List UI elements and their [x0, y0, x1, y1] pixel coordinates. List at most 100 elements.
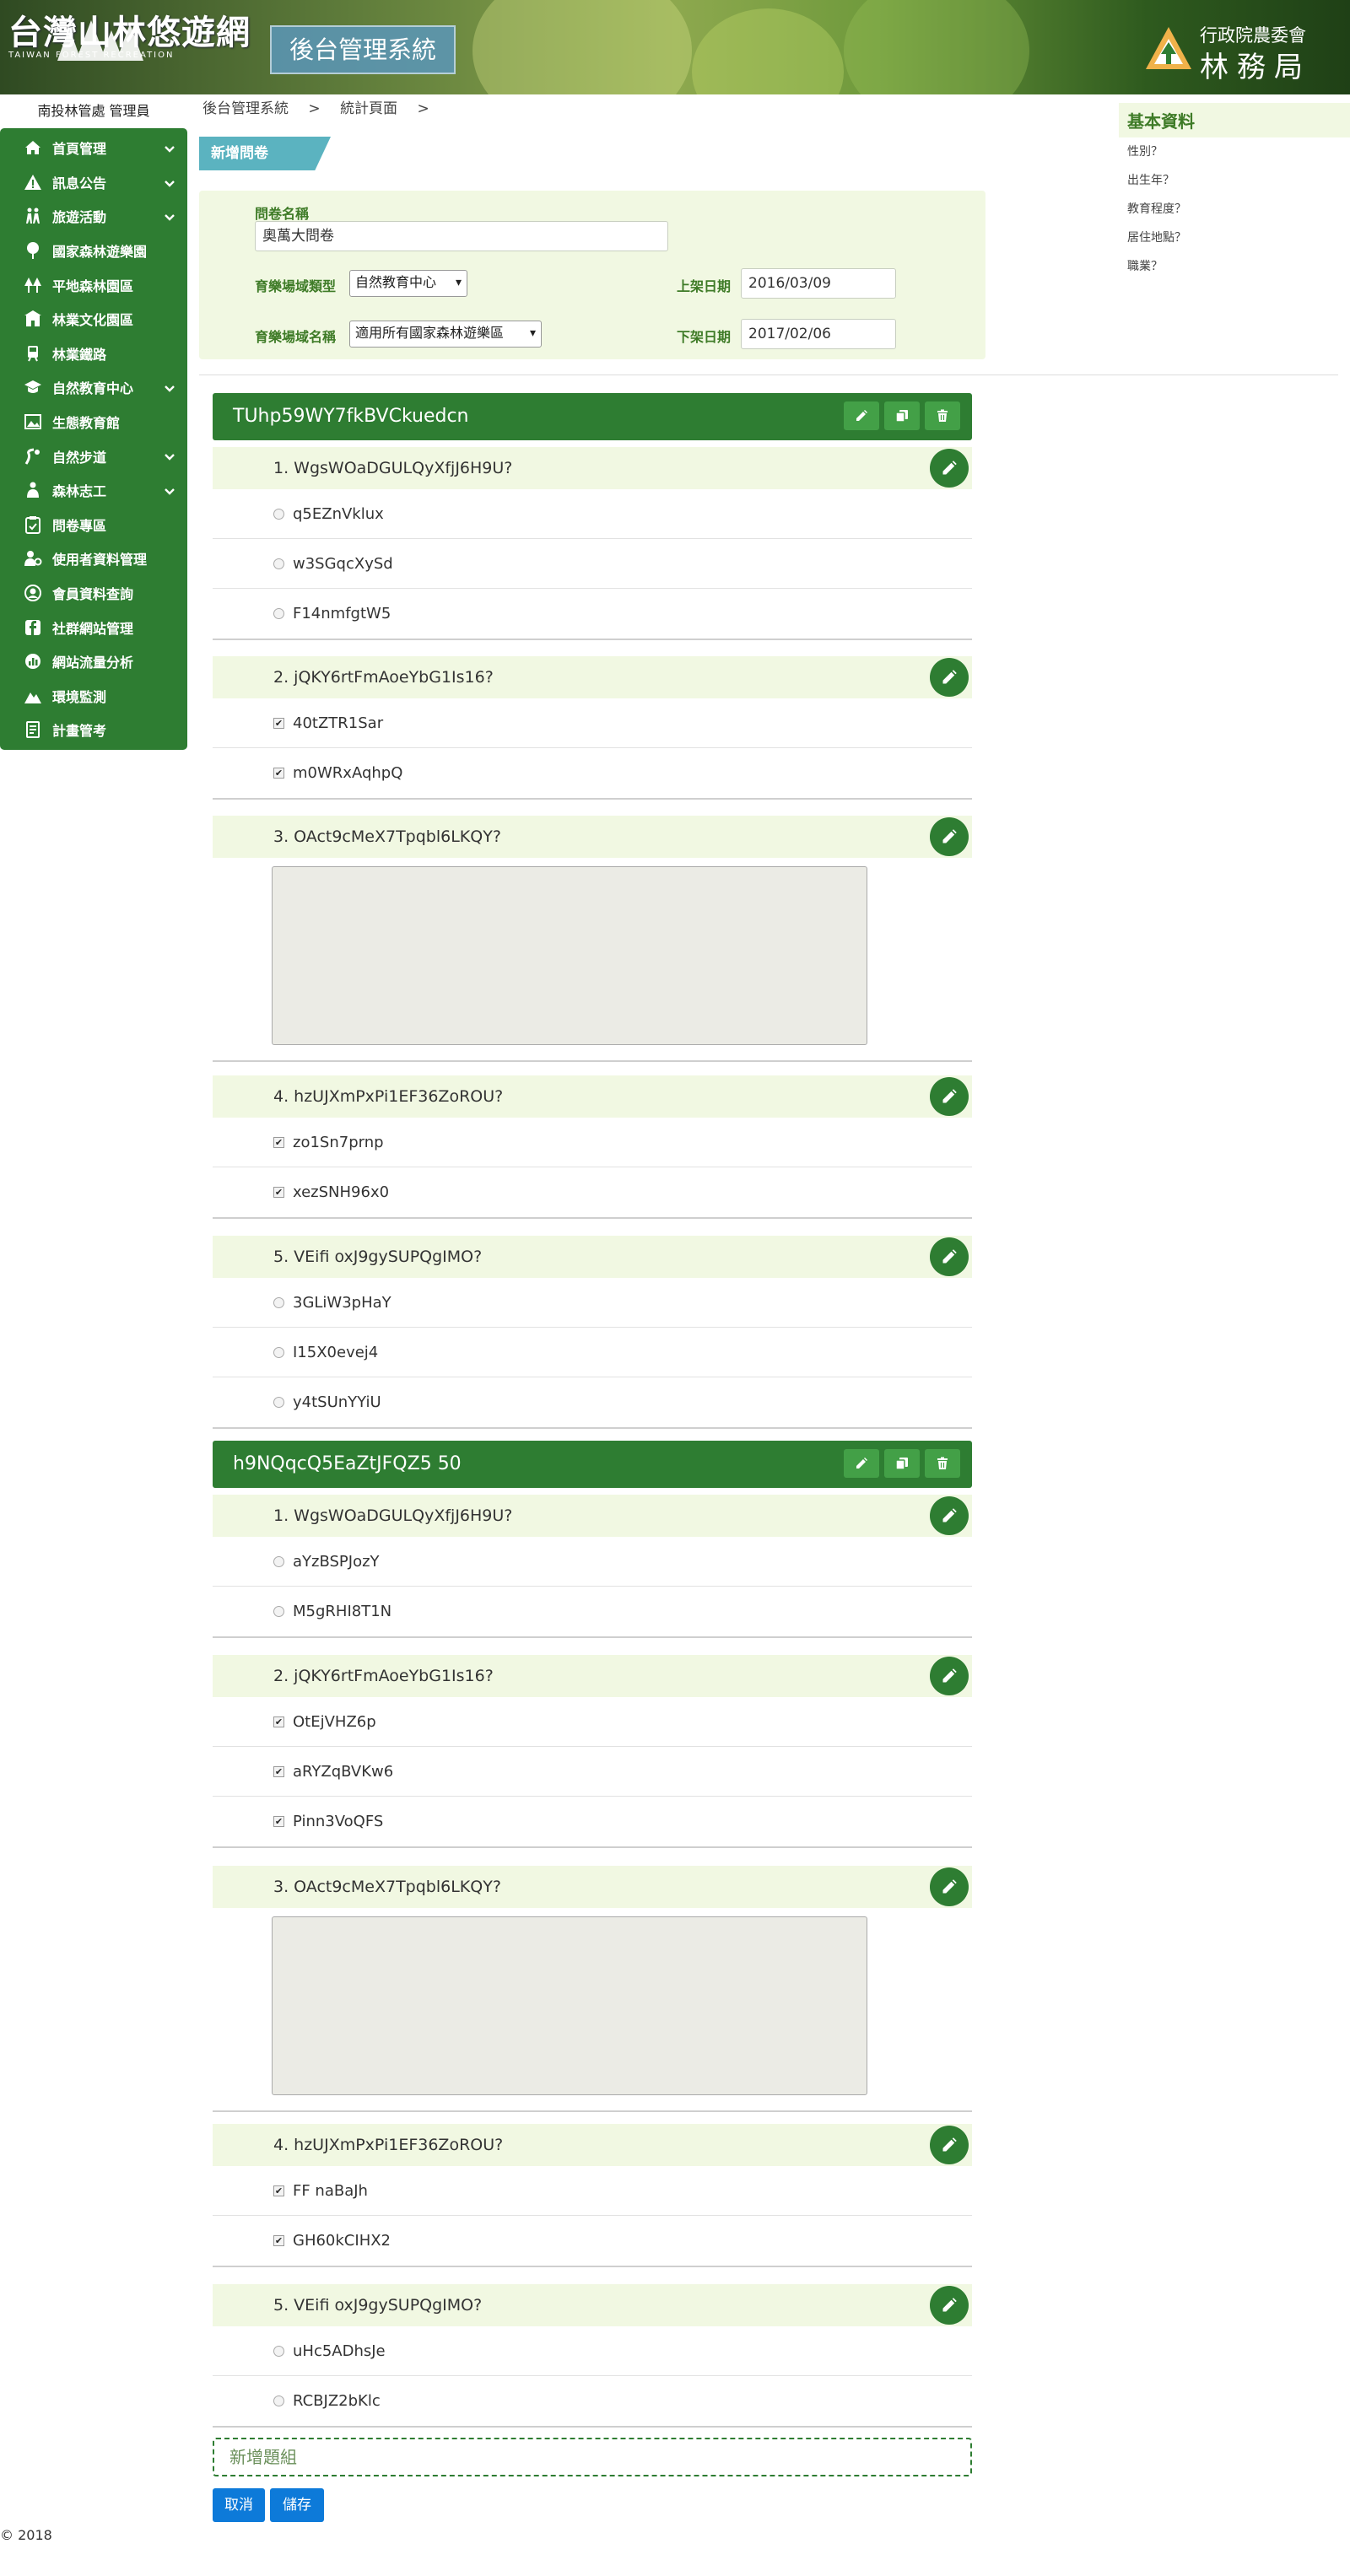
venue-type-select[interactable]: 自然教育中心	[349, 270, 467, 297]
checkbox[interactable]: ✔	[273, 1765, 284, 1777]
edit-question-button[interactable]	[930, 2286, 969, 2325]
end-date-input[interactable]: 2017/02/06	[741, 319, 896, 349]
radio-button[interactable]	[273, 558, 284, 569]
edit-question-button[interactable]	[930, 2126, 969, 2164]
chevron-down-icon[interactable]	[164, 483, 176, 499]
checkbox[interactable]: ✔	[273, 1187, 284, 1198]
sidebar-item[interactable]: 計畫管考	[0, 713, 187, 747]
delete-group-button[interactable]	[925, 1449, 960, 1478]
basic-info-item[interactable]: 性別？	[1119, 137, 1350, 166]
sidebar-item[interactable]: 首頁管理	[0, 131, 187, 165]
edit-question-button[interactable]	[930, 817, 969, 856]
basic-info-item[interactable]: 居住地點？	[1119, 224, 1350, 252]
answer-textarea[interactable]	[272, 866, 867, 1045]
edit-group-button[interactable]	[844, 401, 879, 430]
checkbox[interactable]: ✔	[273, 1136, 284, 1148]
sidebar-item[interactable]: 林業鐵路	[0, 337, 187, 371]
question-header: 1. WgsWOaDGULQyXfjJ6H9U?	[213, 447, 972, 489]
sidebar-item[interactable]: 平地森林園區	[0, 267, 187, 302]
answer-option[interactable]: ✔ Pinn3VoQFS	[213, 1797, 972, 1846]
radio-button[interactable]	[273, 2345, 284, 2357]
breadcrumb-separator: >	[417, 100, 429, 117]
edit-question-button[interactable]	[930, 1077, 969, 1116]
answer-option[interactable]: ✔ GH60kCIHX2	[213, 2216, 972, 2266]
checkbox[interactable]: ✔	[273, 1716, 284, 1727]
radio-button[interactable]	[273, 1296, 284, 1308]
chevron-down-icon[interactable]	[164, 380, 176, 396]
save-button[interactable]: 儲存	[270, 2488, 324, 2522]
answer-option[interactable]: I15X0evej4	[213, 1328, 972, 1377]
radio-button[interactable]	[273, 1555, 284, 1567]
answer-option[interactable]: ✔ zo1Sn7prnp	[213, 1118, 972, 1167]
radio-button[interactable]	[273, 608, 284, 619]
chevron-down-icon[interactable]	[164, 175, 176, 191]
answer-option[interactable]: F14nmfgtW5	[213, 589, 972, 639]
copy-group-button[interactable]	[884, 401, 920, 430]
sidebar-item[interactable]: 網站流量分析	[0, 644, 187, 679]
breadcrumb-item-system[interactable]: 後台管理系統	[202, 100, 289, 117]
edit-question-button[interactable]	[930, 1867, 969, 1906]
chevron-down-icon[interactable]	[164, 141, 176, 157]
edit-question-button[interactable]	[930, 1657, 969, 1695]
radio-button[interactable]	[273, 1397, 284, 1408]
delete-group-button[interactable]	[925, 401, 960, 430]
sidebar-item[interactable]: 旅遊活動	[0, 199, 187, 234]
answer-option[interactable]: ✔ 40tZTR1Sar	[213, 698, 972, 748]
breadcrumb-item-statistics[interactable]: 統計頁面	[340, 100, 397, 117]
checkbox[interactable]: ✔	[273, 768, 284, 779]
venue-name-select[interactable]: 適用所有國家森林遊樂區	[349, 321, 542, 348]
basic-info-item[interactable]: 出生年？	[1119, 166, 1350, 195]
copy-group-button[interactable]	[884, 1449, 920, 1478]
group-header: h9NQqcQ5EaZtJFQZ5 50	[213, 1441, 972, 1488]
chevron-down-icon[interactable]	[164, 449, 176, 465]
answer-textarea[interactable]	[272, 1916, 867, 2095]
start-date-input[interactable]: 2016/03/09	[741, 268, 896, 299]
answer-option[interactable]: ✔ m0WRxAqhpQ	[213, 748, 972, 798]
sidebar-item[interactable]: 問卷專區	[0, 508, 187, 542]
basic-info-item[interactable]: 教育程度？	[1119, 195, 1350, 224]
radio-button[interactable]	[273, 1346, 284, 1358]
basic-info-item[interactable]: 職業？	[1119, 252, 1350, 281]
radio-button[interactable]	[273, 2395, 284, 2406]
sidebar-item[interactable]: 會員資料查詢	[0, 576, 187, 611]
answer-option[interactable]: w3SGqcXySd	[213, 539, 972, 589]
sidebar-item[interactable]: 自然教育中心	[0, 370, 187, 405]
edit-question-button[interactable]	[930, 658, 969, 697]
answer-option[interactable]: ✔ aRYZqBVKw6	[213, 1747, 972, 1797]
edit-question-button[interactable]	[930, 449, 969, 488]
answer-option[interactable]: q5EZnVklux	[213, 489, 972, 539]
answer-option[interactable]: ✔ OtEjVHZ6p	[213, 1697, 972, 1747]
cancel-button[interactable]: 取消	[213, 2488, 265, 2522]
system-title[interactable]: 後台管理系統	[270, 25, 456, 74]
radio-button[interactable]	[273, 1606, 284, 1617]
answer-option[interactable]: RCBJZ2bKlc	[213, 2376, 972, 2426]
answer-option[interactable]: aYzBSPJozY	[213, 1537, 972, 1587]
sidebar-item[interactable]: 使用者資料管理	[0, 542, 187, 576]
sidebar-item[interactable]: 森林志工	[0, 473, 187, 508]
checkbox[interactable]: ✔	[273, 2185, 284, 2196]
sidebar-item[interactable]: 環境監測	[0, 679, 187, 714]
edit-group-button[interactable]	[844, 1449, 879, 1478]
checkbox[interactable]: ✔	[273, 1816, 284, 1827]
radio-button[interactable]	[273, 508, 284, 520]
sidebar-item[interactable]: 國家森林遊樂園	[0, 234, 187, 268]
sidebar-item[interactable]: 生態教育館	[0, 405, 187, 439]
answer-option[interactable]: M5gRHI8T1N	[213, 1587, 972, 1636]
survey-name-input[interactable]: 奧萬大問卷	[255, 221, 668, 251]
add-group-button[interactable]: 新增題組	[213, 2438, 972, 2476]
edit-question-button[interactable]	[930, 1237, 969, 1276]
sidebar-item[interactable]: 社群網站管理	[0, 610, 187, 644]
chevron-down-icon[interactable]	[164, 209, 176, 225]
checkbox[interactable]: ✔	[273, 2235, 284, 2246]
answer-option[interactable]: y4tSUnYYiU	[213, 1377, 972, 1427]
answer-option[interactable]: ✔ FF naBaJh	[213, 2166, 972, 2216]
answer-option[interactable]: uHc5ADhsJe	[213, 2326, 972, 2376]
sidebar-item[interactable]: 訊息公告	[0, 165, 187, 200]
answer-option[interactable]: 3GLiW3pHaY	[213, 1278, 972, 1328]
answer-option[interactable]: ✔ xezSNH96x0	[213, 1167, 972, 1217]
sidebar-item[interactable]: 自然步道	[0, 439, 187, 473]
edit-question-button[interactable]	[930, 1496, 969, 1535]
sidebar-item[interactable]: 林業文化園區	[0, 302, 187, 337]
facebook-icon	[22, 618, 44, 637]
checkbox[interactable]: ✔	[273, 717, 284, 729]
